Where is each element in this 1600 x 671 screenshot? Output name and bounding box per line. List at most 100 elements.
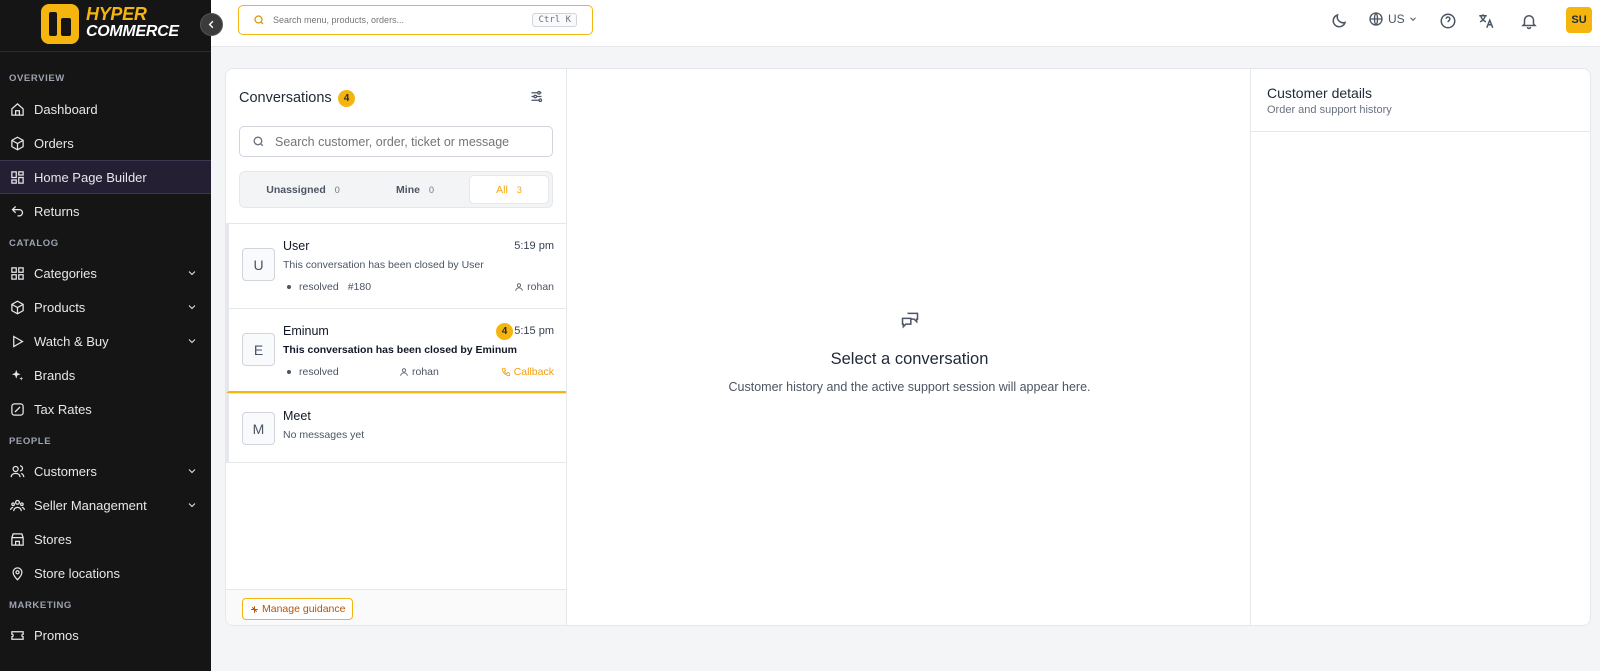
locale-selector[interactable]: US (1368, 11, 1418, 27)
chevron-down-icon[interactable] (186, 465, 198, 477)
sidebar-item-stores[interactable]: Stores (0, 522, 211, 556)
conversations-count-badge: 4 (338, 90, 355, 107)
chat-bubbles-icon (901, 312, 919, 329)
conversation-time: 5:19 pm (514, 240, 554, 252)
dark-mode-moon-icon[interactable] (1330, 12, 1348, 30)
sidebar-item-label: Products (34, 299, 86, 315)
locale-label: US (1388, 12, 1405, 26)
top-bar: Ctrl K US SU (211, 0, 1600, 47)
box-icon (10, 136, 25, 151)
sidebar-item-home-page-builder[interactable]: Home Page Builder (0, 160, 211, 194)
sidebar-item-label: Orders (34, 135, 74, 151)
conversation-assignee: rohan (514, 281, 554, 293)
conversation-name: Eminum (283, 324, 329, 338)
conversation-view-panel: Select a conversation Customer history a… (566, 68, 1251, 626)
sidebar-item-seller-management[interactable]: Seller Management (0, 488, 211, 522)
sidebar-item-label: Promos (34, 627, 79, 643)
users-icon (10, 464, 25, 479)
sidebar-item-tax-rates[interactable]: Tax Rates (0, 392, 211, 426)
sidebar-item-label: Tax Rates (34, 401, 92, 417)
callback-indicator: Callback (501, 366, 554, 378)
conversation-item-eminum[interactable]: E Eminum 4 5:15 pm This conversation has… (226, 308, 566, 393)
section-label-catalog: CATALOG (9, 238, 59, 249)
empty-state-subtitle: Customer history and the active support … (728, 380, 1091, 394)
chevron-down-icon[interactable] (186, 499, 198, 511)
sidebar: HYPER COMMERCE OVERVIEW Dashboard Orders… (0, 0, 211, 671)
sparkle-icon (10, 368, 25, 383)
conversation-assignee: rohan (399, 366, 439, 378)
user-icon (515, 283, 523, 291)
filter-sliders-icon[interactable] (529, 89, 544, 104)
translate-icon[interactable] (1477, 12, 1495, 30)
conversation-ticket-id: #180 (347, 281, 372, 293)
sidebar-collapse-button[interactable] (200, 13, 223, 36)
chevron-down-icon[interactable] (186, 301, 198, 313)
conversation-last-message: This conversation has been closed by Emi… (283, 344, 517, 356)
conversation-list: U User 5:19 pm This conversation has bee… (226, 223, 566, 463)
user-avatar[interactable]: SU (1566, 7, 1592, 33)
sidebar-item-brands[interactable]: Brands (0, 358, 211, 392)
callback-label: Callback (513, 366, 554, 378)
tab-mine[interactable]: Mine 0 (369, 175, 461, 204)
conversation-search-input[interactable] (275, 134, 545, 149)
chevron-down-icon[interactable] (186, 267, 198, 279)
brand-line-2: COMMERCE (86, 23, 179, 40)
globe-icon (1369, 12, 1383, 26)
tab-label: Unassigned (266, 183, 326, 196)
store-icon (10, 532, 25, 547)
chevron-down-icon[interactable] (186, 335, 198, 347)
sidebar-item-customers[interactable]: Customers (0, 454, 211, 488)
conversation-last-message: No messages yet (283, 429, 365, 441)
tab-label: All (496, 183, 508, 196)
customer-details-panel: Customer details Order and support histo… (1250, 68, 1591, 626)
manage-guidance-label: Manage guidance (262, 603, 346, 615)
cube-icon (10, 300, 25, 315)
tab-all[interactable]: All 3 (469, 175, 549, 204)
empty-state-title: Select a conversation (830, 350, 989, 368)
tab-unassigned[interactable]: Unassigned 0 (243, 175, 363, 204)
search-icon (253, 136, 264, 147)
manage-guidance-button[interactable]: Manage guidance (242, 598, 354, 620)
sidebar-item-label: Categories (34, 265, 97, 281)
conversation-item-user[interactable]: U User 5:19 pm This conversation has bee… (226, 223, 566, 308)
global-search-input[interactable] (273, 15, 523, 25)
pin-icon (10, 566, 25, 581)
conversations-title: Conversations 4 (239, 90, 355, 107)
user-icon (400, 368, 408, 376)
notification-bell-icon[interactable] (1520, 12, 1538, 30)
assignee-name: rohan (527, 281, 554, 293)
global-search-box[interactable]: Ctrl K (238, 5, 593, 35)
sidebar-item-label: Watch & Buy (34, 333, 109, 349)
sidebar-item-label: Stores (34, 531, 72, 547)
sidebar-item-label: Home Page Builder (34, 169, 147, 185)
search-icon (254, 15, 264, 25)
conversations-header: Conversations 4 (226, 69, 566, 125)
sidebar-item-store-locations[interactable]: Store locations (0, 556, 211, 590)
sidebar-item-label: Dashboard (34, 101, 98, 117)
sidebar-item-label: Store locations (34, 565, 120, 581)
conversations-panel: Conversations 4 Unassigned 0 Mine 0 All … (225, 68, 567, 626)
conversation-status: resolved (299, 366, 339, 378)
sidebar-item-promos[interactable]: Promos (0, 618, 211, 652)
sidebar-item-label: Seller Management (34, 497, 147, 513)
phone-icon (501, 367, 510, 377)
sidebar-item-returns[interactable]: Returns (0, 194, 211, 228)
conversation-avatar: U (242, 248, 275, 281)
section-label-overview: OVERVIEW (9, 73, 65, 84)
sidebar-item-watch-buy[interactable]: Watch & Buy (0, 324, 211, 358)
sidebar-item-orders[interactable]: Orders (0, 126, 211, 160)
conversation-item-meet[interactable]: M Meet No messages yet (226, 393, 566, 463)
conversations-title-text: Conversations (239, 90, 332, 106)
brand-line-1: HYPER (86, 4, 147, 24)
section-label-marketing: MARKETING (9, 600, 72, 611)
conversation-meta: resolved (283, 366, 339, 378)
sidebar-item-dashboard[interactable]: Dashboard (0, 92, 211, 126)
tab-count: 0 (428, 184, 434, 195)
conversation-last-message: This conversation has been closed by Use… (283, 259, 484, 271)
percent-icon (10, 402, 25, 417)
sidebar-item-products[interactable]: Products (0, 290, 211, 324)
help-icon[interactable] (1439, 12, 1457, 30)
ticket-icon (10, 628, 25, 643)
conversation-search-box[interactable] (239, 126, 553, 157)
sidebar-item-categories[interactable]: Categories (0, 256, 211, 290)
